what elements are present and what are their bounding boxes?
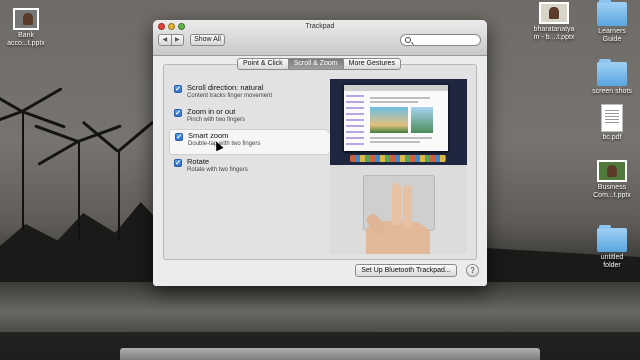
search-icon [405, 37, 411, 43]
pptx-thumbnail-icon [597, 160, 627, 182]
checkbox-checked-icon[interactable]: ✓ [174, 159, 182, 167]
desktop-icon-label: screen shots [592, 88, 632, 95]
palm-frond [34, 124, 79, 143]
option-subtitle: Pinch with two fingers [187, 117, 246, 123]
settings-pane: ✓ Scroll direction: natural Content trac… [163, 64, 477, 260]
desktop-icon-bank[interactable]: Bank acco...t.pptx [4, 8, 48, 48]
option-title: Zoom in or out [187, 107, 236, 116]
preview-browser-window [344, 85, 448, 151]
titlebar: Trackpad ◀ ▶ Show All [153, 20, 487, 56]
checkbox-checked-icon[interactable]: ✓ [175, 133, 183, 141]
desktop-icon-label: Bank acco...t.pptx [7, 32, 45, 47]
tab-point-and-click[interactable]: Point & Click [238, 59, 288, 69]
palm-frond [0, 110, 23, 129]
desktop-icon-bharatanatya[interactable]: bharatanatya m - b....t.pptx [528, 2, 580, 42]
back-button[interactable]: ◀ [159, 35, 171, 45]
desktop-icon-screen-shots[interactable]: screen shots [590, 59, 634, 96]
show-all-button[interactable]: Show All [190, 34, 225, 46]
navigation-buttons: ◀ ▶ [158, 34, 184, 46]
water-reflection [0, 282, 640, 332]
option-subtitle: Content tracks finger movement [187, 93, 273, 99]
option-zoom-in-out[interactable]: ✓ Zoom in or out Pinch with two fingers [174, 107, 324, 131]
preview-screen [330, 79, 467, 165]
pdf-document-icon [601, 104, 623, 132]
palm-trunk [22, 110, 24, 230]
desktop-icon-label: bharatanatya m - b....t.pptx [533, 26, 575, 41]
preview-dock [350, 155, 446, 162]
desktop-icon-business[interactable]: Business Com...t.pptx [590, 160, 634, 200]
tab-bar: Point & Click Scroll & Zoom More Gesture… [237, 58, 401, 70]
search-field[interactable] [400, 34, 481, 46]
checkbox-checked-icon[interactable]: ✓ [174, 109, 182, 117]
checkbox-checked-icon[interactable]: ✓ [174, 85, 182, 93]
gesture-preview [330, 79, 467, 254]
window-title: Trackpad [305, 23, 335, 30]
desktop-icon-bc-pdf[interactable]: bc.pdf [590, 104, 634, 142]
pptx-thumbnail-icon [13, 8, 39, 30]
palm-trunk [118, 150, 120, 240]
search-input[interactable] [413, 35, 477, 45]
palm-frond [21, 110, 66, 129]
tab-scroll-and-zoom[interactable]: Scroll & Zoom [287, 59, 343, 69]
pptx-thumbnail-icon [539, 2, 569, 24]
palm-trunk [78, 140, 80, 240]
palm-frond [0, 87, 23, 113]
hand-gesture-icon [364, 183, 430, 254]
preview-side-image [411, 107, 433, 133]
help-button[interactable]: ? [466, 264, 479, 277]
palm-frond [117, 120, 155, 153]
option-title: Rotate [187, 157, 210, 166]
desktop-icon-label: Learners Guide [598, 28, 626, 43]
palm-frond [37, 140, 79, 166]
option-title: Smart zoom [188, 131, 229, 140]
desktop-icon-label: Business Com...t.pptx [593, 184, 631, 199]
desktop-icon-label: untitled folder [600, 254, 624, 269]
option-title: Scroll direction: natural [187, 83, 264, 92]
palm-frond [21, 87, 63, 113]
forward-button[interactable]: ▶ [170, 35, 184, 45]
option-scroll-direction[interactable]: ✓ Scroll direction: natural Content trac… [174, 83, 324, 107]
option-smart-zoom[interactable]: ✓ Smart zoom Double-tap with two fingers [169, 129, 327, 155]
folder-icon [597, 0, 627, 26]
option-subtitle: Double-tap with two fingers [188, 141, 261, 147]
desktop-icon-untitled-folder[interactable]: untitled folder [590, 225, 634, 270]
option-subtitle: Rotate with two fingers [187, 167, 248, 173]
preview-beach-image [370, 107, 408, 133]
desktop-icon-label: bc.pdf [602, 134, 622, 141]
option-rotate[interactable]: ✓ Rotate Rotate with two fingers [174, 157, 324, 181]
desktop-icon-learners-guide[interactable]: Learners Guide [590, 0, 634, 44]
folder-icon [597, 225, 627, 252]
dock[interactable] [120, 348, 540, 360]
tab-more-gestures[interactable]: More Gestures [342, 59, 400, 69]
folder-icon [597, 59, 627, 86]
trackpad-preferences-window: Trackpad ◀ ▶ Show All Point & Click Scro… [153, 20, 487, 286]
setup-bluetooth-trackpad-button[interactable]: Set Up Bluetooth Trackpad... [355, 264, 457, 277]
